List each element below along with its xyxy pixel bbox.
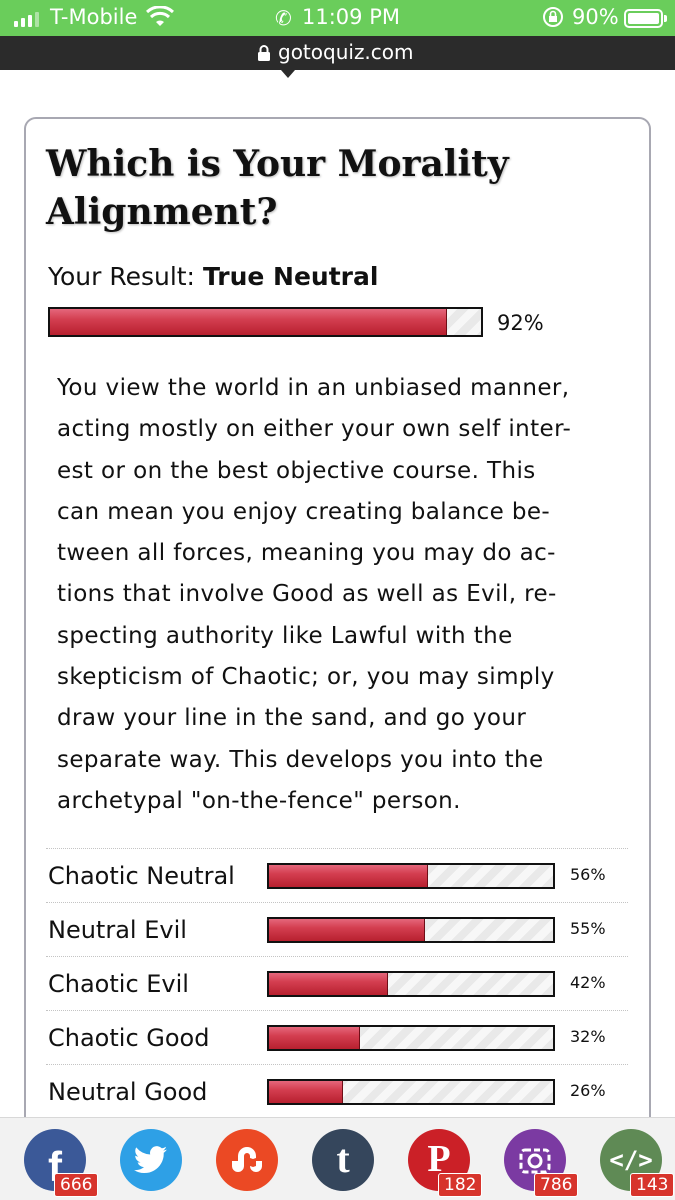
other-result-bar xyxy=(267,1025,555,1051)
url-bar-pointer xyxy=(281,70,295,78)
other-result-row: Chaotic Good 32% xyxy=(46,1010,628,1064)
share-facebook-button[interactable]: f 666 xyxy=(24,1129,99,1197)
description-line: separate way. This develops you into the xyxy=(57,746,544,773)
rotation-lock-icon xyxy=(543,7,563,27)
stumbleupon-icon xyxy=(230,1147,264,1173)
quiz-title: Which is Your Morality Alignment? xyxy=(46,140,606,236)
quiz-title-line-1: Which is Your Morality xyxy=(46,143,509,185)
description-line: specting authority like Lawful with the xyxy=(57,622,513,649)
description-line: tions that involve Good as well as Evil,… xyxy=(57,581,557,608)
description-line: archetypal "on-the-fence" person. xyxy=(57,787,461,814)
battery-percent: 90% xyxy=(572,5,619,29)
other-result-row: Chaotic Neutral 56% xyxy=(46,848,628,902)
other-result-bar-fill xyxy=(269,1081,343,1103)
other-result-percent: 42% xyxy=(570,973,606,992)
other-result-percent: 55% xyxy=(570,919,606,938)
share-tumblr-button[interactable]: t xyxy=(312,1129,374,1191)
tumblr-icon: t xyxy=(336,1135,350,1181)
other-result-percent: 56% xyxy=(570,865,606,884)
other-result-row: Neutral Good 26% xyxy=(46,1064,628,1118)
description-line: tween all forces, meaning you may do ac- xyxy=(57,540,556,567)
browser-url-bar[interactable]: gotoquiz.com xyxy=(0,36,675,70)
other-result-bar xyxy=(267,971,555,997)
share-stumbleupon-button[interactable] xyxy=(216,1129,278,1191)
description-line: draw your line in the sand, and go your xyxy=(57,705,527,732)
result-value: True Neutral xyxy=(202,262,379,291)
quiz-title-line-2: Alignment? xyxy=(46,191,278,233)
other-result-bar-fill xyxy=(269,865,429,887)
other-result-bar-fill xyxy=(269,919,426,941)
result-progress-bar xyxy=(48,307,483,337)
share-bar: f 666 t P 182 786 </> 143 xyxy=(0,1117,675,1200)
other-result-name: Neutral Evil xyxy=(48,916,187,944)
description-line: acting mostly on either your own self in… xyxy=(57,416,572,443)
battery-icon xyxy=(624,9,667,28)
other-results-list: Chaotic Neutral 56% Neutral Evil 55% Chaotic… xyxy=(46,848,628,1118)
other-result-name: Chaotic Evil xyxy=(48,970,189,998)
other-result-bar-fill xyxy=(269,1027,360,1049)
result-label: Your Result: xyxy=(48,262,195,291)
carrier-name: T-Mobile xyxy=(50,5,138,29)
signal-icon xyxy=(14,12,39,27)
description-line: est or on the best objective course. Thi… xyxy=(57,457,536,484)
code-icon: </> xyxy=(609,1146,653,1174)
other-result-name: Chaotic Good xyxy=(48,1024,210,1052)
description-line: You view the world in an unbiased manner… xyxy=(57,375,570,401)
other-result-percent: 32% xyxy=(570,1027,606,1046)
result-line: Your Result: True Neutral xyxy=(48,262,378,291)
other-result-row: Chaotic Evil 42% xyxy=(46,956,628,1010)
phone-icon: ✆ xyxy=(275,6,292,30)
share-count-badge: 182 xyxy=(438,1173,483,1197)
result-description: You view the world in an unbiased manner… xyxy=(57,368,617,822)
twitter-icon xyxy=(134,1146,168,1174)
status-bar: T-Mobile ✆ 11:09 PM 90% xyxy=(0,0,675,36)
other-result-name: Chaotic Neutral xyxy=(48,862,235,890)
padlock-icon xyxy=(258,45,270,61)
other-result-name: Neutral Good xyxy=(48,1078,208,1106)
share-instagram-button[interactable]: 786 xyxy=(504,1129,579,1197)
share-embed-button[interactable]: </> 143 xyxy=(600,1129,675,1197)
share-count-badge: 786 xyxy=(534,1173,579,1197)
camera-icon xyxy=(518,1145,552,1175)
other-result-row: Neutral Evil 55% xyxy=(46,902,628,956)
share-twitter-button[interactable] xyxy=(120,1129,182,1191)
other-result-bar xyxy=(267,863,555,889)
description-line: skepticism of Chaotic; or, you may simpl… xyxy=(57,664,555,691)
clock-time: 11:09 PM xyxy=(302,5,400,29)
other-result-bar xyxy=(267,1079,555,1105)
other-result-bar xyxy=(267,917,555,943)
share-pinterest-button[interactable]: P 182 xyxy=(408,1129,483,1197)
share-count-badge: 666 xyxy=(54,1173,99,1197)
url-text[interactable]: gotoquiz.com xyxy=(278,40,414,64)
share-count-badge: 143 xyxy=(630,1173,675,1197)
result-progress-fill xyxy=(50,309,447,335)
description-line: can mean you enjoy creating balance be- xyxy=(57,498,551,525)
wifi-icon xyxy=(146,6,174,26)
result-percent: 92% xyxy=(497,311,544,335)
other-result-bar-fill xyxy=(269,973,389,995)
other-result-percent: 26% xyxy=(570,1081,606,1100)
